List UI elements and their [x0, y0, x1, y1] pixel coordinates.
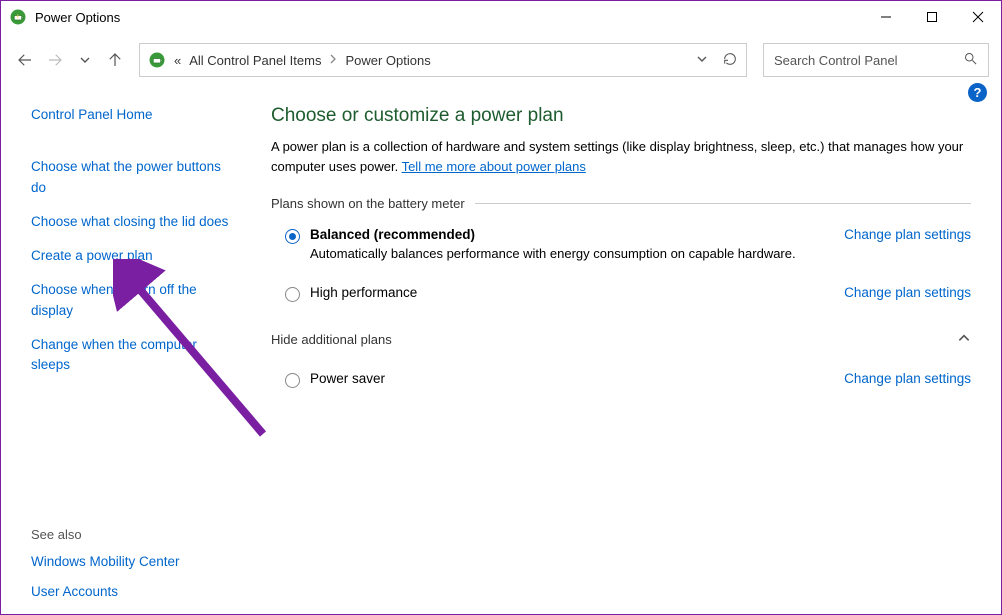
- main-panel: Choose or customize a power plan A power…: [253, 87, 1001, 614]
- see-also-mobility[interactable]: Windows Mobility Center: [31, 552, 237, 572]
- chevron-right-icon: [329, 54, 337, 67]
- window-title: Power Options: [35, 10, 120, 25]
- sidebar-item-power-buttons[interactable]: Choose what the power buttons do: [31, 157, 237, 198]
- sidebar: Control Panel Home Choose what the power…: [1, 87, 253, 614]
- sidebar-item-display-off[interactable]: Choose when to turn off the display: [31, 280, 237, 321]
- plan-name: Balanced (recommended): [310, 227, 844, 242]
- search-placeholder: Search Control Panel: [774, 53, 963, 68]
- group-title: Plans shown on the battery meter: [271, 196, 475, 211]
- page-title: Choose or customize a power plan: [271, 105, 971, 127]
- plans-hidden-group: Hide additional plans Power saver Change…: [271, 332, 971, 398]
- power-options-icon: [9, 8, 27, 26]
- page-description: A power plan is a collection of hardware…: [271, 137, 971, 176]
- search-input[interactable]: Search Control Panel: [763, 43, 989, 77]
- change-plan-settings-link[interactable]: Change plan settings: [844, 227, 971, 242]
- up-button[interactable]: [103, 44, 127, 76]
- radio-icon[interactable]: [285, 287, 300, 302]
- plan-row-high-performance[interactable]: High performance Change plan settings: [271, 271, 971, 312]
- plan-name: High performance: [310, 285, 844, 300]
- power-options-icon: [148, 51, 166, 69]
- sidebar-item-sleep[interactable]: Change when the computer sleeps: [31, 335, 237, 376]
- radio-icon[interactable]: [285, 373, 300, 388]
- refresh-button[interactable]: [722, 51, 738, 70]
- navigation-toolbar: « All Control Panel Items Power Options …: [1, 33, 1001, 87]
- sidebar-home-link[interactable]: Control Panel Home: [31, 105, 237, 125]
- change-plan-settings-link[interactable]: Change plan settings: [844, 285, 971, 300]
- change-plan-settings-link[interactable]: Change plan settings: [844, 371, 971, 386]
- content-area: ? Control Panel Home Choose what the pow…: [1, 87, 1001, 614]
- see-also-user-accounts[interactable]: User Accounts: [31, 582, 237, 602]
- collapse-icon[interactable]: [957, 331, 971, 348]
- close-button[interactable]: [955, 1, 1001, 33]
- minimize-button[interactable]: [863, 1, 909, 33]
- back-button[interactable]: [13, 44, 37, 76]
- breadcrumb-item[interactable]: Power Options: [345, 53, 430, 68]
- group-title[interactable]: Hide additional plans: [271, 332, 392, 347]
- plans-visible-group: Plans shown on the battery meter Balance…: [271, 196, 971, 312]
- plan-row-power-saver[interactable]: Power saver Change plan settings: [271, 357, 971, 398]
- recent-locations-button[interactable]: [73, 44, 97, 76]
- plan-row-balanced[interactable]: Balanced (recommended) Automatically bal…: [271, 221, 971, 271]
- forward-button[interactable]: [43, 44, 67, 76]
- titlebar: Power Options: [1, 1, 1001, 33]
- window-controls: [863, 1, 1001, 33]
- address-dropdown-icon[interactable]: [696, 53, 708, 68]
- plan-description: Automatically balances performance with …: [310, 246, 844, 261]
- plan-name: Power saver: [310, 371, 844, 386]
- address-bar[interactable]: « All Control Panel Items Power Options: [139, 43, 747, 77]
- maximize-button[interactable]: [909, 1, 955, 33]
- learn-more-link[interactable]: Tell me more about power plans: [402, 159, 586, 174]
- sidebar-item-lid-close[interactable]: Choose what closing the lid does: [31, 212, 237, 232]
- search-icon: [963, 51, 978, 69]
- see-also-heading: See also: [31, 527, 237, 542]
- radio-selected-icon[interactable]: [285, 229, 300, 244]
- breadcrumb-item[interactable]: All Control Panel Items: [189, 53, 321, 68]
- sidebar-item-create-plan[interactable]: Create a power plan: [31, 246, 237, 266]
- breadcrumb-prefix[interactable]: «: [174, 53, 181, 68]
